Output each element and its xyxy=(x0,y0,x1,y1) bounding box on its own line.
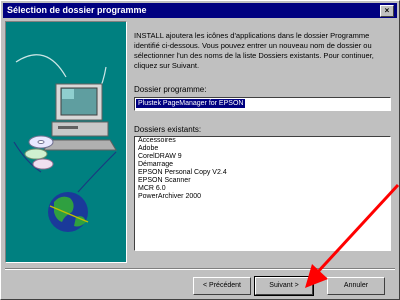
computer-icon xyxy=(43,83,117,151)
list-item[interactable]: CorelDRAW 9 xyxy=(135,153,390,161)
list-item[interactable]: MCR 6.0 xyxy=(135,185,390,193)
back-button[interactable]: < Précédent xyxy=(193,277,251,295)
installer-graphic-panel xyxy=(5,21,127,263)
list-item[interactable]: Démarrage xyxy=(135,161,390,169)
installer-illustration xyxy=(13,54,117,232)
program-folder-label: Dossier programme: xyxy=(134,85,207,94)
globe-icon xyxy=(48,192,89,232)
list-item[interactable]: Accessoires xyxy=(135,137,390,145)
button-divider xyxy=(5,268,395,270)
window-title: Sélection de dossier programme xyxy=(7,5,147,15)
cancel-button[interactable]: Annuler xyxy=(327,277,385,295)
setup-dialog: Sélection de dossier programme × INSTALL… xyxy=(0,0,400,300)
title-bar: Sélection de dossier programme × xyxy=(3,3,397,18)
cd-discs-icon xyxy=(24,135,54,170)
program-folder-value: Plustek PageManager for EPSON xyxy=(136,99,246,108)
existing-folders-label: Dossiers existants: xyxy=(134,125,202,134)
close-button[interactable]: × xyxy=(380,5,394,17)
list-item[interactable]: EPSON Scanner xyxy=(135,177,390,185)
existing-folders-list[interactable]: Accessoires Adobe CorelDRAW 9 Démarrage EPSO… xyxy=(134,136,391,251)
list-item[interactable]: EPSON Personal Copy V2.4 xyxy=(135,169,390,177)
program-folder-input[interactable]: Plustek PageManager for EPSON xyxy=(134,97,391,111)
instructions-text: INSTALL ajoutera les icônes d'applicatio… xyxy=(134,31,374,70)
list-item[interactable]: PowerArchiver 2000 xyxy=(135,193,390,201)
list-item[interactable]: Adobe xyxy=(135,145,390,153)
next-button[interactable]: Suivant > xyxy=(254,276,314,296)
